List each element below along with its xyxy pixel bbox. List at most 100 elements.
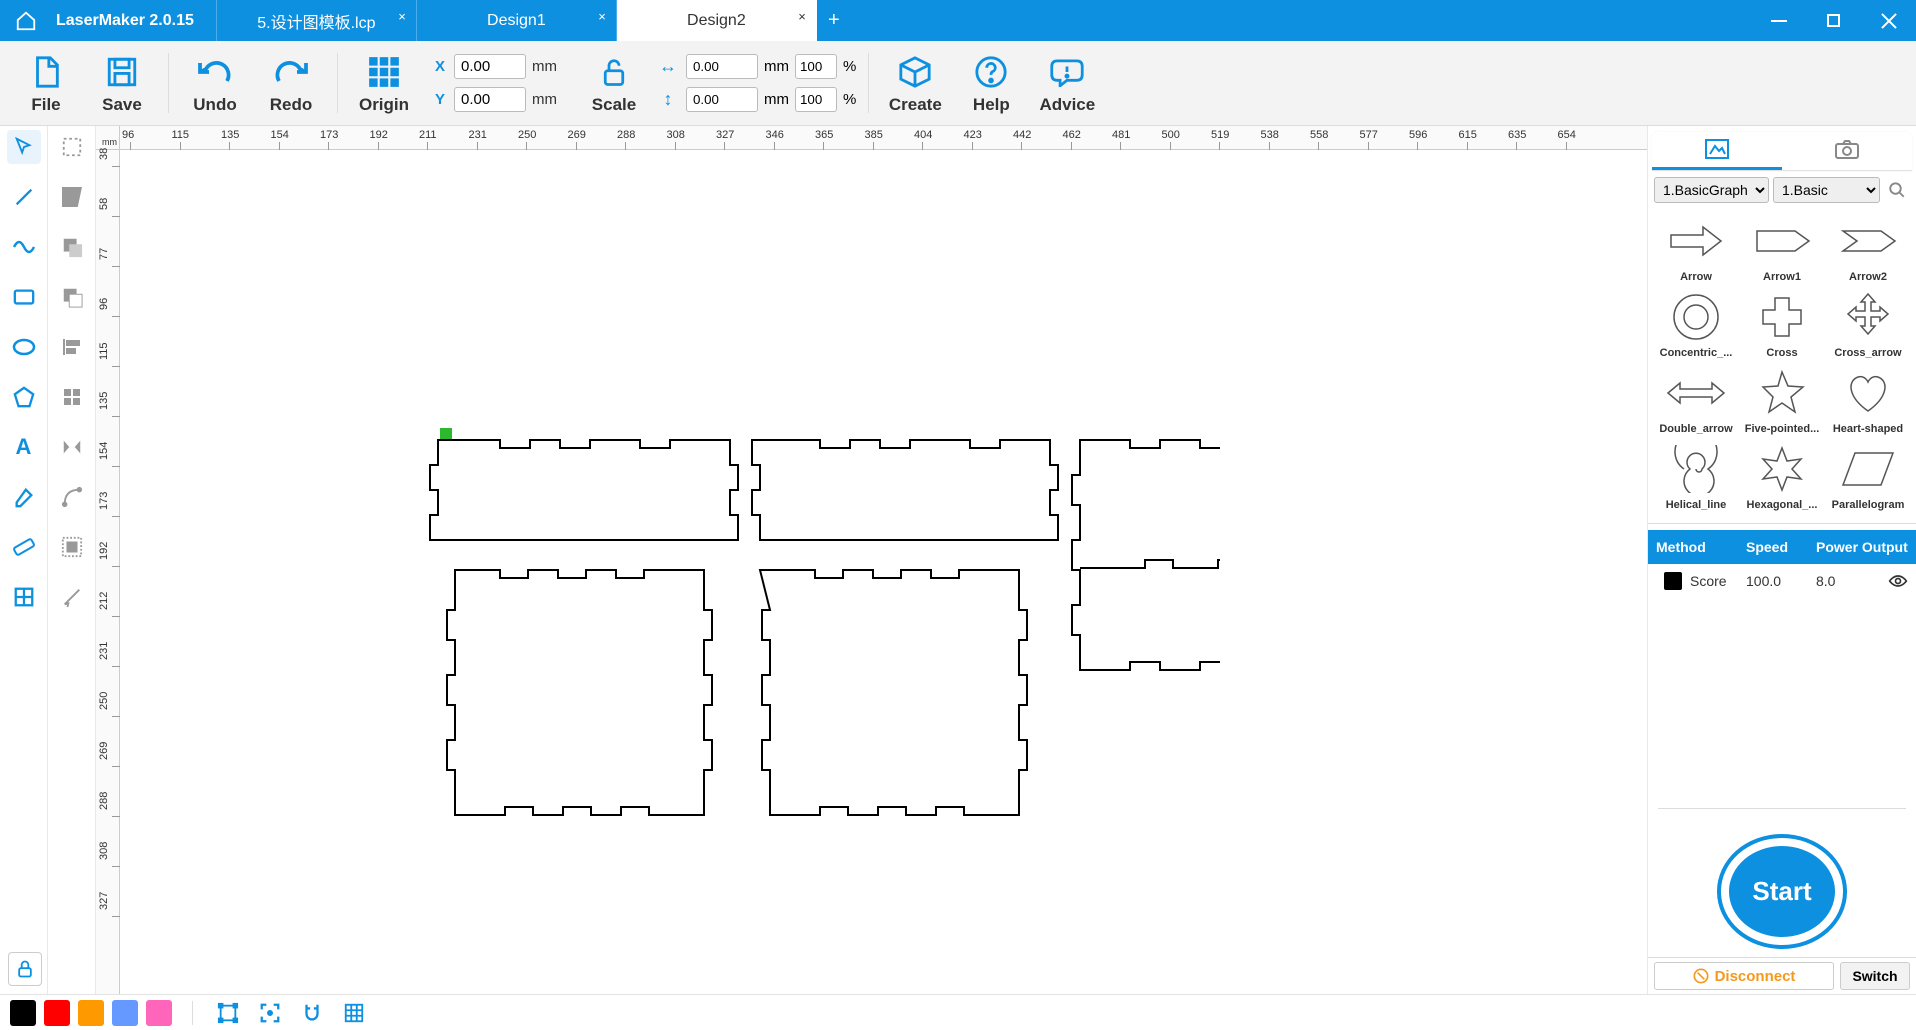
close-icon[interactable]: ×	[598, 9, 606, 24]
polygon-tool[interactable]	[7, 380, 41, 414]
ruler-tick-label: 404	[914, 129, 932, 141]
layer-row[interactable]: Score100.08.0	[1648, 564, 1916, 598]
x-input[interactable]	[454, 54, 526, 79]
magnet-icon[interactable]	[297, 998, 327, 1028]
switch-button[interactable]: Switch	[1840, 962, 1910, 990]
color-swatch[interactable]	[78, 1000, 104, 1026]
scale-button[interactable]: Scale	[576, 43, 652, 123]
color-swatch[interactable]	[44, 1000, 70, 1026]
shape-double-arrow[interactable]: Double_arrow	[1654, 365, 1738, 439]
shape-category-1[interactable]: 1.BasicGraph	[1654, 177, 1769, 203]
canvas-area[interactable]: mm 9611513515417319221123125026928830832…	[96, 126, 1648, 994]
file-button[interactable]: File	[8, 43, 84, 123]
lock-toggle[interactable]	[8, 952, 42, 986]
height-input[interactable]	[686, 87, 758, 112]
shape-helical[interactable]: Helical_line	[1654, 441, 1738, 515]
ruler-tick-label: 96	[122, 129, 134, 141]
measure-tool[interactable]	[7, 530, 41, 564]
trace-tool[interactable]	[55, 480, 89, 514]
redo-button[interactable]: Redo	[253, 43, 329, 123]
ruler-tick-label: 250	[98, 680, 110, 710]
select-tool[interactable]	[7, 130, 41, 164]
path-tool[interactable]	[55, 580, 89, 614]
height-icon: ↕	[656, 89, 680, 110]
text-tool[interactable]: A	[7, 430, 41, 464]
array-tool[interactable]	[7, 580, 41, 614]
subtract-tool[interactable]	[55, 280, 89, 314]
ruler-tick-label: 462	[1063, 129, 1081, 141]
close-window-button[interactable]	[1861, 0, 1916, 41]
tab-file-2[interactable]: Design1 ×	[417, 0, 617, 41]
color-swatch[interactable]	[112, 1000, 138, 1026]
create-button[interactable]: Create	[877, 43, 953, 123]
align-left-tool[interactable]	[55, 330, 89, 364]
ruler-tick-label: 481	[1112, 129, 1130, 141]
width-pct-input[interactable]	[795, 54, 837, 79]
shape-arrow1[interactable]: Arrow1	[1740, 213, 1824, 287]
shape-category-2[interactable]: 1.Basic	[1773, 177, 1880, 203]
help-button[interactable]: Help	[953, 43, 1029, 123]
shape-arrow2[interactable]: Arrow2	[1826, 213, 1910, 287]
tab-file-3[interactable]: Design2 ×	[617, 0, 817, 41]
home-icon[interactable]	[0, 0, 52, 41]
advice-button[interactable]: Advice	[1029, 43, 1105, 123]
shape-arrow[interactable]: Arrow	[1654, 213, 1738, 287]
mirror-tool[interactable]	[55, 430, 89, 464]
distribute-tool[interactable]	[55, 380, 89, 414]
ruler-tick-label: 500	[1162, 129, 1180, 141]
ruler-tick-label: 635	[1508, 129, 1526, 141]
frame-icon[interactable]	[213, 998, 243, 1028]
shape-parallelogram[interactable]: Parallelogram	[1826, 441, 1910, 515]
minimize-button[interactable]	[1751, 0, 1806, 41]
color-swatch[interactable]	[10, 1000, 36, 1026]
union-tool[interactable]	[55, 230, 89, 264]
curve-tool[interactable]	[7, 230, 41, 264]
camera-tab[interactable]	[1782, 132, 1912, 170]
shape-star5[interactable]: Five-pointed...	[1740, 365, 1824, 439]
ruler-tick-label: 577	[1360, 129, 1378, 141]
ruler-tick-label: 250	[518, 129, 536, 141]
close-icon[interactable]: ×	[798, 9, 806, 24]
search-icon[interactable]	[1884, 177, 1910, 203]
shape-cross[interactable]: Cross	[1740, 289, 1824, 363]
group-tool[interactable]	[55, 530, 89, 564]
ruler-tick-label: 135	[98, 380, 110, 410]
undo-button[interactable]: Undo	[177, 43, 253, 123]
save-button[interactable]: Save	[84, 43, 160, 123]
y-input[interactable]	[454, 87, 526, 112]
rectangle-tool[interactable]	[7, 280, 41, 314]
shape-cross-arrow[interactable]: Cross_arrow	[1826, 289, 1910, 363]
shape-star6[interactable]: Hexagonal_...	[1740, 441, 1824, 515]
fill-tool[interactable]	[55, 180, 89, 214]
marquee-tool[interactable]	[55, 130, 89, 164]
ruler-tick-label: 558	[1310, 129, 1328, 141]
canvas[interactable]	[120, 150, 1647, 994]
y-label: Y	[432, 91, 448, 108]
close-icon[interactable]: ×	[398, 9, 406, 24]
lock-icon	[599, 51, 629, 93]
shape-heart[interactable]: Heart-shaped	[1826, 365, 1910, 439]
focus-icon[interactable]	[255, 998, 285, 1028]
start-button[interactable]: Start	[1721, 838, 1843, 945]
eraser-tool[interactable]	[7, 480, 41, 514]
tab-file-1[interactable]: 5.设计图模板.lcp ×	[217, 0, 417, 41]
color-swatch[interactable]	[146, 1000, 172, 1026]
disconnect-button[interactable]: Disconnect	[1654, 962, 1834, 990]
origin-button[interactable]: Origin	[346, 43, 422, 123]
ellipse-tool[interactable]	[7, 330, 41, 364]
line-tool[interactable]	[7, 180, 41, 214]
ruler-tick-label: 615	[1459, 129, 1477, 141]
add-tab-button[interactable]: +	[817, 0, 851, 41]
shapes-tab[interactable]	[1652, 132, 1782, 170]
ruler-tick-label: 135	[221, 129, 239, 141]
app-title: LaserMaker 2.0.15	[52, 0, 217, 41]
height-pct-input[interactable]	[795, 87, 837, 112]
grid-icon[interactable]	[339, 998, 369, 1028]
ruler-tick-label: 173	[320, 129, 338, 141]
eye-icon[interactable]	[1888, 574, 1908, 588]
width-input[interactable]	[686, 54, 758, 79]
file-icon	[29, 51, 63, 93]
shape-concentric[interactable]: Concentric_...	[1654, 289, 1738, 363]
ruler-tick-label: 212	[98, 580, 110, 610]
maximize-button[interactable]	[1806, 0, 1861, 41]
